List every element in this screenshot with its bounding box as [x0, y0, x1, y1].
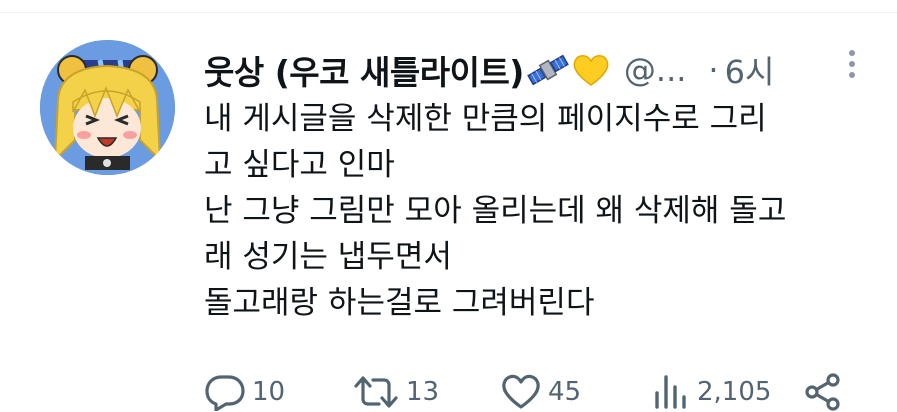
satellite-icon [526, 50, 570, 90]
retweet-icon [354, 376, 398, 408]
user-handle[interactable]: @... [624, 51, 687, 89]
views-button[interactable]: 2,105 [651, 372, 771, 412]
views-count: 2,105 [697, 377, 772, 407]
avatar-image [40, 40, 175, 175]
more-dot [849, 61, 855, 67]
tweet-line: 난 그냥 그림만 모아 올리는데 왜 삭제해 돌고 [204, 193, 787, 229]
tweet-text: 내 게시글을 삭제한 만큼의 페이지수로 그리 고 싶다고 인마 난 그냥 그림… [204, 96, 864, 326]
reply-icon [205, 375, 245, 411]
timestamp[interactable]: 6시 [725, 47, 775, 93]
tweet-line: 돌고래랑 하는걸로 그려버린다 [204, 285, 595, 321]
yellow-heart-icon [572, 52, 610, 88]
views-icon [655, 375, 686, 409]
more-dot [849, 50, 855, 56]
share-button[interactable] [804, 372, 842, 412]
reply-button[interactable]: 10 [204, 372, 285, 412]
like-count: 45 [548, 377, 582, 407]
tweet-line: 내 게시글을 삭제한 만큼의 페이지수로 그리 [204, 101, 767, 137]
reply-count: 10 [252, 377, 286, 407]
retweet-count: 13 [406, 377, 440, 407]
tweet-header: 웃상 (우코 새틀라이트) @... · 6시 [204, 46, 774, 94]
more-options-icon[interactable] [837, 44, 867, 84]
tweet-line: 고 싶다고 인마 [204, 147, 395, 183]
separator-dot: · [708, 51, 719, 89]
like-button[interactable]: 45 [500, 372, 581, 412]
avatar[interactable] [40, 40, 175, 175]
top-divider [0, 12, 897, 13]
display-name[interactable]: 웃상 (우코 새틀라이트) [204, 46, 524, 94]
heart-icon [502, 374, 540, 409]
share-icon [805, 373, 840, 411]
action-bar: 10 13 45 2,105 [204, 372, 864, 412]
more-dot [849, 72, 855, 78]
tweet-line: 래 성기는 냅두면서 [204, 239, 452, 275]
retweet-button[interactable]: 13 [352, 372, 439, 412]
